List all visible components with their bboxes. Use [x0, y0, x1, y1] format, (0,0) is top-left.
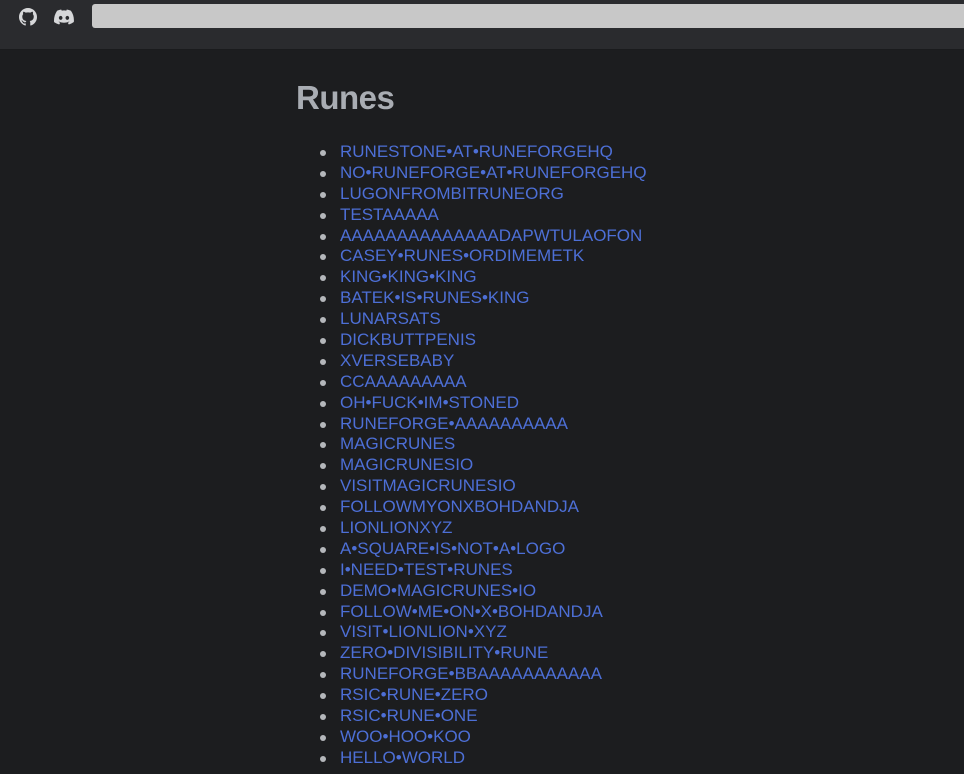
list-item: CASEY•RUNES•ORDIMEMETK [320, 246, 936, 267]
rune-link[interactable]: VISIT•LIONLION•XYZ [340, 622, 507, 641]
bullet-icon [320, 693, 326, 700]
bullet-icon [320, 170, 326, 177]
main-content: Runes RUNESTONE•AT•RUNEFORGEHQ NO•RUNEFOR… [296, 78, 936, 769]
rune-link[interactable]: DICKBUTTPENIS [340, 330, 476, 349]
bullet-icon [320, 630, 326, 637]
list-item: ZERO•DIVISIBILITY•RUNE [320, 643, 936, 664]
rune-link[interactable]: RUNEFORGE•AAAAAAAAAA [340, 414, 568, 433]
rune-link[interactable]: NO•RUNEFORGE•AT•RUNEFORGEHQ [340, 163, 647, 182]
bullet-icon [320, 338, 326, 345]
list-item: CCAAAAAAAAA [320, 372, 936, 393]
rune-link[interactable]: CASEY•RUNES•ORDIMEMETK [340, 246, 584, 265]
list-item: RUNESTONE•AT•RUNEFORGEHQ [320, 142, 936, 163]
rune-link[interactable]: RSIC•RUNE•ONE [340, 706, 478, 725]
bullet-icon [320, 546, 326, 553]
rune-link[interactable]: XVERSEBABY [340, 351, 454, 370]
rune-link[interactable]: BATEK•IS•RUNES•KING [340, 288, 529, 307]
bullet-icon [320, 400, 326, 407]
bullet-icon [320, 379, 326, 386]
bullet-icon [320, 150, 326, 156]
bullet-icon [320, 254, 326, 261]
bullet-icon [320, 275, 326, 282]
bullet-icon [320, 358, 326, 365]
list-item: TESTAAAAA [320, 205, 936, 226]
rune-link[interactable]: WOO•HOO•KOO [340, 727, 471, 746]
rune-link[interactable]: ZERO•DIVISIBILITY•RUNE [340, 643, 548, 662]
bullet-icon [320, 672, 326, 679]
list-item: HELLO•WORLD [320, 748, 936, 769]
rune-link[interactable]: TESTAAAAA [340, 205, 439, 224]
list-item: BATEK•IS•RUNES•KING [320, 288, 936, 309]
list-item: RUNEFORGE•AAAAAAAAAA [320, 414, 936, 435]
list-item: LUNARSATS [320, 309, 936, 330]
list-item: LUGONFROMBITRUNEORG [320, 184, 936, 205]
bullet-icon [320, 588, 326, 595]
list-item: AAAAAAAAAAAAAADAPWTULAOFON [320, 226, 936, 247]
list-item: RSIC•RUNE•ONE [320, 706, 936, 727]
bullet-icon [320, 317, 326, 324]
rune-link[interactable]: I•NEED•TEST•RUNES [340, 560, 513, 579]
bullet-icon [320, 755, 326, 762]
rune-link[interactable]: FOLLOW•ME•ON•X•BOHDANDJA [340, 602, 603, 621]
rune-link[interactable]: CCAAAAAAAAA [340, 372, 467, 391]
rune-link[interactable]: MAGICRUNES [340, 434, 455, 453]
list-item: RSIC•RUNE•ZERO [320, 685, 936, 706]
list-item: FOLLOWMYONXBOHDANDJA [320, 497, 936, 518]
bullet-icon [320, 609, 326, 616]
list-item: FOLLOW•ME•ON•X•BOHDANDJA [320, 602, 936, 623]
bullet-icon [320, 714, 326, 721]
rune-link[interactable]: DEMO•MAGICRUNES•IO [340, 581, 536, 600]
bullet-icon [320, 191, 326, 198]
rune-link[interactable]: MAGICRUNESIO [340, 455, 473, 474]
list-item: DICKBUTTPENIS [320, 330, 936, 351]
rune-link[interactable]: VISITMAGICRUNESIO [340, 476, 516, 495]
list-item: RUNEFORGE•BBAAAAAAAAAAA [320, 664, 936, 685]
bullet-icon [320, 442, 326, 449]
bullet-icon [320, 651, 326, 658]
list-item: MAGICRUNES [320, 434, 936, 455]
list-item: A•SQUARE•IS•NOT•A•LOGO [320, 539, 936, 560]
github-icon[interactable] [18, 7, 38, 27]
top-bar [0, 0, 964, 50]
bullet-icon [320, 296, 326, 303]
rune-link[interactable]: LIONLIONXYZ [340, 518, 452, 537]
list-item: I•NEED•TEST•RUNES [320, 560, 936, 581]
list-item: XVERSEBABY [320, 351, 936, 372]
rune-link[interactable]: AAAAAAAAAAAAAADAPWTULAOFON [340, 226, 642, 245]
list-item: KING•KING•KING [320, 267, 936, 288]
bullet-icon [320, 484, 326, 491]
rune-link[interactable]: LUGONFROMBITRUNEORG [340, 184, 564, 203]
list-item: NO•RUNEFORGE•AT•RUNEFORGEHQ [320, 163, 936, 184]
list-item: DEMO•MAGICRUNES•IO [320, 581, 936, 602]
rune-link[interactable]: A•SQUARE•IS•NOT•A•LOGO [340, 539, 565, 558]
bullet-icon [320, 233, 326, 240]
list-item: VISIT•LIONLION•XYZ [320, 622, 936, 643]
discord-icon[interactable] [54, 7, 74, 27]
rune-link[interactable]: FOLLOWMYONXBOHDANDJA [340, 497, 579, 516]
rune-link[interactable]: RUNEFORGE•BBAAAAAAAAAAA [340, 664, 602, 683]
bullet-icon [320, 567, 326, 574]
search-input[interactable] [92, 4, 964, 28]
rune-list: RUNESTONE•AT•RUNEFORGEHQ NO•RUNEFORGE•AT•… [296, 142, 936, 769]
rune-link[interactable]: HELLO•WORLD [340, 748, 465, 767]
rune-link[interactable]: KING•KING•KING [340, 267, 477, 286]
rune-link[interactable]: LUNARSATS [340, 309, 441, 328]
list-item: MAGICRUNESIO [320, 455, 936, 476]
list-item: VISITMAGICRUNESIO [320, 476, 936, 497]
bullet-icon [320, 526, 326, 533]
bullet-icon [320, 212, 326, 219]
bullet-icon [320, 421, 326, 428]
list-item: WOO•HOO•KOO [320, 727, 936, 748]
bullet-icon [320, 734, 326, 741]
rune-link[interactable]: RSIC•RUNE•ZERO [340, 685, 488, 704]
bullet-icon [320, 505, 326, 512]
rune-link[interactable]: OH•FUCK•IM•STONED [340, 393, 519, 412]
bullet-icon [320, 463, 326, 470]
rune-link[interactable]: RUNESTONE•AT•RUNEFORGEHQ [340, 142, 613, 161]
list-item: OH•FUCK•IM•STONED [320, 393, 936, 414]
list-item: LIONLIONXYZ [320, 518, 936, 539]
page-title: Runes [296, 79, 395, 116]
